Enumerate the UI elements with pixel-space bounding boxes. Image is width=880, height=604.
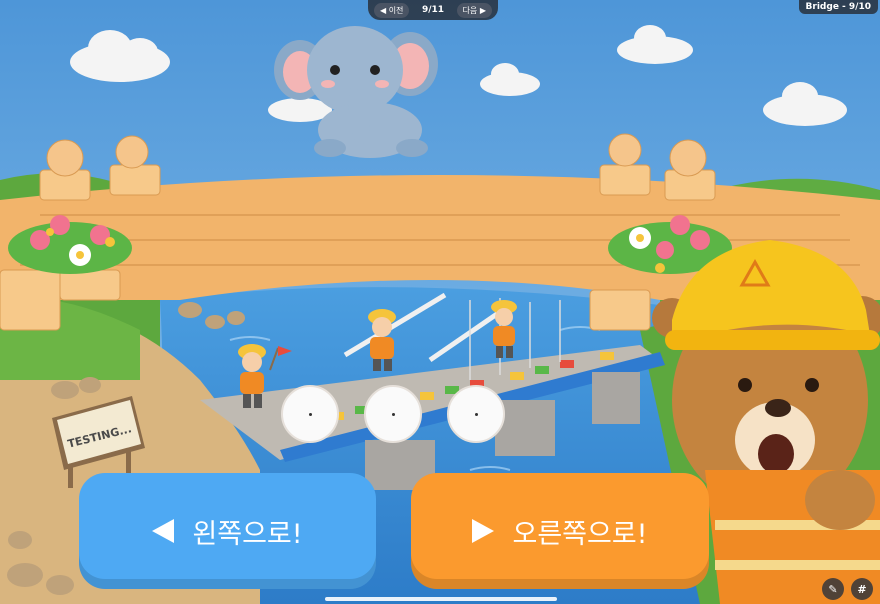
dot — [308, 412, 312, 416]
arrow-right-icon — [472, 519, 495, 543]
go-right-label: 오른쪽으로! — [512, 518, 648, 550]
answer-dot-circle[interactable] — [281, 385, 339, 443]
dot — [391, 412, 395, 416]
go-left-label: 왼쪽으로! — [192, 518, 303, 550]
level-badge: Bridge - 9/10 — [798, 0, 878, 14]
pencil-icon[interactable]: ✎ — [822, 578, 844, 600]
home-indicator — [325, 597, 557, 601]
answer-dot-circle[interactable] — [447, 385, 505, 443]
prev-button[interactable]: ◀ 이전 — [374, 2, 410, 18]
nav-pill: ◀ 이전 9/11 다음 ▶ — [368, 0, 498, 20]
page-indicator: 9/11 — [421, 5, 445, 15]
dot — [474, 412, 478, 416]
arrow-left-icon — [152, 519, 175, 543]
hash-button[interactable]: # — [851, 578, 873, 600]
go-right-button[interactable]: 오른쪽으로! — [411, 473, 709, 589]
next-button[interactable]: 다음 ▶ — [456, 2, 492, 18]
answer-dot-circle[interactable] — [364, 385, 422, 443]
go-left-button[interactable]: 왼쪽으로! — [79, 473, 376, 589]
